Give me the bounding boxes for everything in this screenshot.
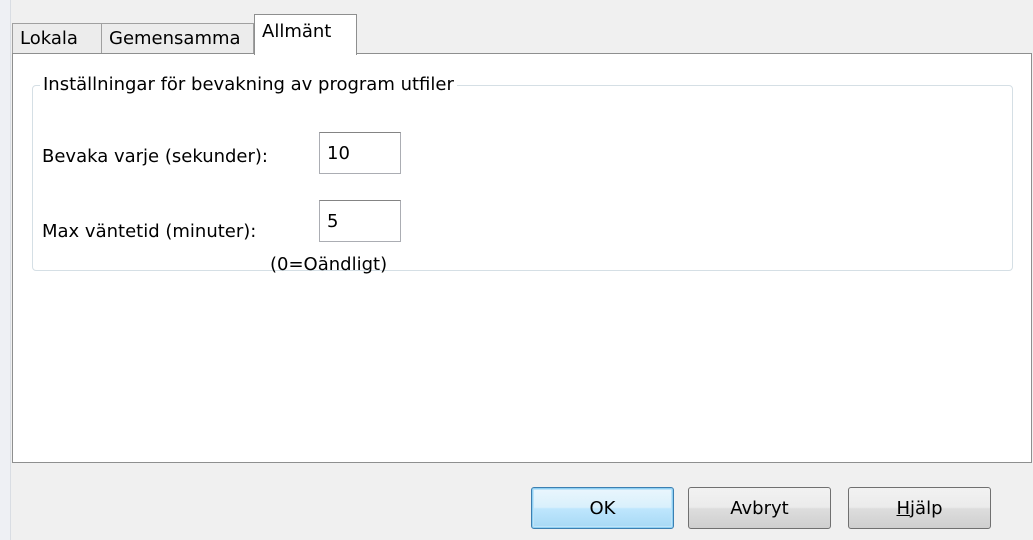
tab-gemensamma[interactable]: Gemensamma (101, 23, 254, 53)
tab-lokala[interactable]: Lokala (12, 23, 102, 53)
cancel-button[interactable]: Avbryt (688, 487, 831, 529)
tab-allmant[interactable]: Allmänt (254, 14, 357, 55)
groupbox-title: Inställningar för bevakning av program u… (40, 73, 457, 97)
button-bar: OK Avbryt Hjälp (12, 463, 1033, 540)
max-wait-label: Max väntetid (minuter): (42, 221, 257, 242)
help-mnemonic: H (896, 497, 911, 519)
tab-panel-allmant: Inställningar för bevakning av program u… (12, 53, 1032, 463)
watch-settings-groupbox: Inställningar för bevakning av program u… (32, 73, 1013, 275)
max-wait-input[interactable] (319, 200, 401, 242)
max-wait-hint: (0=Oändligt) (270, 254, 388, 275)
ok-button[interactable]: OK (531, 487, 674, 529)
poll-interval-label: Bevaka varje (sekunder): (42, 146, 268, 167)
help-button[interactable]: Hjälp (848, 487, 991, 529)
window-left-edge (0, 0, 11, 540)
help-label-rest: jälp (910, 497, 943, 519)
poll-interval-input[interactable] (319, 132, 401, 174)
